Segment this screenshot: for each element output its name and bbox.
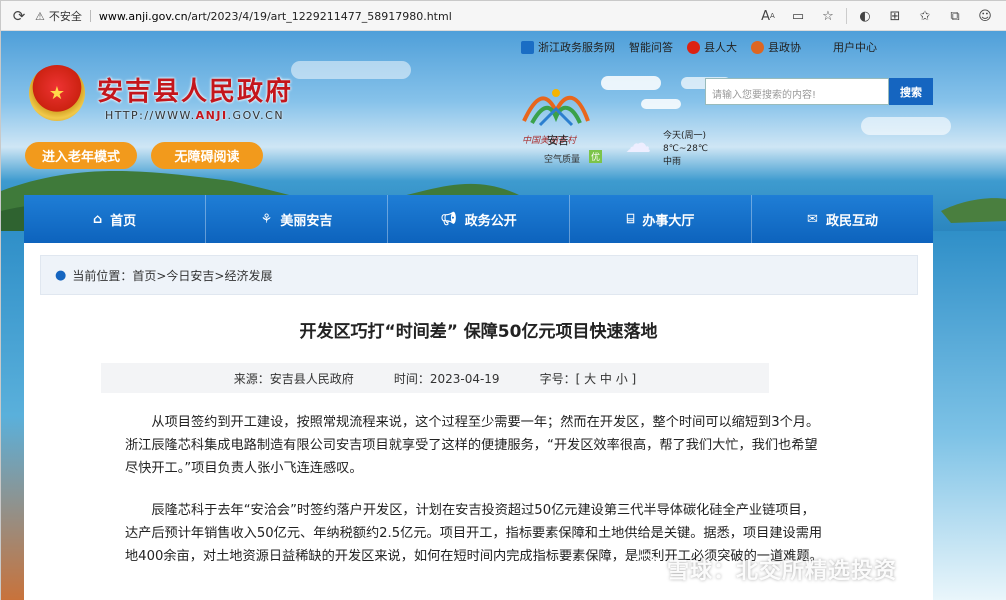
cloud-decoration <box>601 76 661 90</box>
top-link-zjzwfw[interactable]: 浙江政务服务网 <box>521 39 615 55</box>
watermark: 雪球：北交所精选投资 <box>631 553 897 585</box>
elder-mode-button[interactable]: 进入老年模式 <box>25 142 137 169</box>
mail-icon: ✉ <box>807 211 818 227</box>
split-screen-icon[interactable]: ⊞ <box>883 4 907 28</box>
security-label: 不安全 <box>48 10 82 23</box>
location-pin-icon: ● <box>55 267 67 283</box>
nav-item-service-hall[interactable]: ⌸ 办事大厅 <box>570 195 752 243</box>
extension-icon[interactable]: ◐ <box>853 4 877 28</box>
bamboo-icon: ⚘ <box>260 211 273 227</box>
breadcrumb-label: 当前位置： <box>72 268 133 283</box>
browser-actions: AA ▭ ☆ ◐ ⊞ ✩ ⧉ ☺ <box>756 4 997 28</box>
nav-item-interaction[interactable]: ✉ 政民互动 <box>752 195 933 243</box>
collections-icon[interactable]: ⧉ <box>943 4 967 28</box>
weather-location: 安吉 <box>547 134 569 147</box>
font-size-control[interactable]: 字号：[ 大 中 小 ] <box>540 370 637 387</box>
site-url: HTTP://WWW.ANJI.GOV.CN <box>105 109 285 122</box>
building-icon: ⌸ <box>626 211 635 227</box>
url-text: www.anji.gov.cn/art/2023/4/19/art_122921… <box>98 9 452 23</box>
top-link-qa[interactable]: 智能问答 <box>629 39 673 55</box>
cloud-decoration <box>641 99 681 109</box>
nav-item-gov-affairs[interactable]: 📢︎ 政务公开 <box>388 195 570 243</box>
air-quality-badge: 优 <box>589 150 603 163</box>
main-nav: ⌂ 首页 ⚘ 美丽安吉 📢︎ 政务公开 ⌸ 办事大厅 ✉ 政民互动 <box>24 195 933 243</box>
zhejiang-gov-icon <box>521 40 534 54</box>
background-scenery-right <box>933 231 1006 600</box>
village-logo-icon <box>522 89 590 127</box>
profile-icon[interactable]: ☺ <box>973 4 997 28</box>
weather-condition: 中雨 <box>663 157 682 167</box>
breadcrumb-path[interactable]: 首页>今日安吉>经济发展 <box>132 267 272 284</box>
article-meta: 来源：安吉县人民政府 时间：2023-04-19 字号：[ 大 中 小 ] <box>101 363 769 393</box>
address-bar[interactable]: ⚠ 不安全 www.anji.gov.cn/art/2023/4/19/art_… <box>35 4 735 28</box>
favorites-icon[interactable]: ✩ <box>913 4 937 28</box>
home-icon: ⌂ <box>92 211 103 227</box>
article-source: 来源：安吉县人民政府 <box>233 371 354 386</box>
nav-item-home[interactable]: ⌂ 首页 <box>24 195 206 243</box>
background-scenery-left <box>1 231 24 600</box>
air-quality-label: 空气质量 <box>544 155 581 165</box>
rain-cloud-icon: ☁ <box>625 129 651 159</box>
site-title: 安吉县人民政府 <box>97 77 294 107</box>
search-button[interactable]: 搜索 <box>889 78 933 105</box>
national-emblem-icon: ★ <box>29 65 85 121</box>
nav-item-beautiful-anji[interactable]: ⚘ 美丽安吉 <box>206 195 388 243</box>
favorite-star-icon[interactable]: ☆ <box>816 4 840 28</box>
top-link-renda[interactable]: 县人大 <box>687 39 737 55</box>
weather-temp: 8℃~28℃ <box>663 144 708 154</box>
cloud-decoration <box>291 61 411 79</box>
top-link-user-center[interactable]: 用户中心 <box>833 39 877 55</box>
top-links: 浙江政务服务网 智能问答 县人大 县政协 用户中心 <box>521 39 877 55</box>
refresh-icon[interactable]: ⟳ <box>7 4 31 28</box>
cppcc-emblem-icon <box>751 40 764 54</box>
xueqiu-logo-icon <box>631 554 661 584</box>
accessible-reading-button[interactable]: 无障碍阅读 <box>151 142 263 169</box>
cloud-decoration <box>861 117 951 135</box>
article-container: ● 当前位置： 首页>今日安吉>经济发展 开发区巧打“时间差” 保障50亿元项目… <box>24 243 933 600</box>
article-title: 开发区巧打“时间差” 保障50亿元项目快速落地 <box>299 322 658 342</box>
article-time: 时间：2023-04-19 <box>393 371 500 386</box>
top-link-zhengxie[interactable]: 县政协 <box>751 39 801 55</box>
watermark-text: 雪球：北交所精选投资 <box>667 559 898 584</box>
article-paragraph: 从项目签约到开工建设，按照常规流程来说，这个过程至少需要一年；然而在开发区，整个… <box>125 415 820 476</box>
megaphone-icon: 📢︎ <box>440 211 457 227</box>
warning-icon: ⚠ <box>35 9 45 23</box>
browser-toolbar: ⟳ ⚠ 不安全 www.anji.gov.cn/art/2023/4/19/ar… <box>1 1 1006 31</box>
breadcrumb: ● 当前位置： 首页>今日安吉>经济发展 <box>40 255 918 295</box>
party-emblem-icon <box>687 40 700 54</box>
read-aloud-icon[interactable]: AA <box>756 4 780 28</box>
address-divider <box>89 10 91 22</box>
toolbar-divider <box>846 8 847 24</box>
weather-today: 今天(周一) <box>663 131 707 141</box>
search-input[interactable]: 请输入您要搜索的内容! <box>705 78 889 105</box>
reader-view-icon[interactable]: ▭ <box>786 4 810 28</box>
weather-info: 今天(周一) 8℃~28℃ 中雨 <box>663 130 708 169</box>
